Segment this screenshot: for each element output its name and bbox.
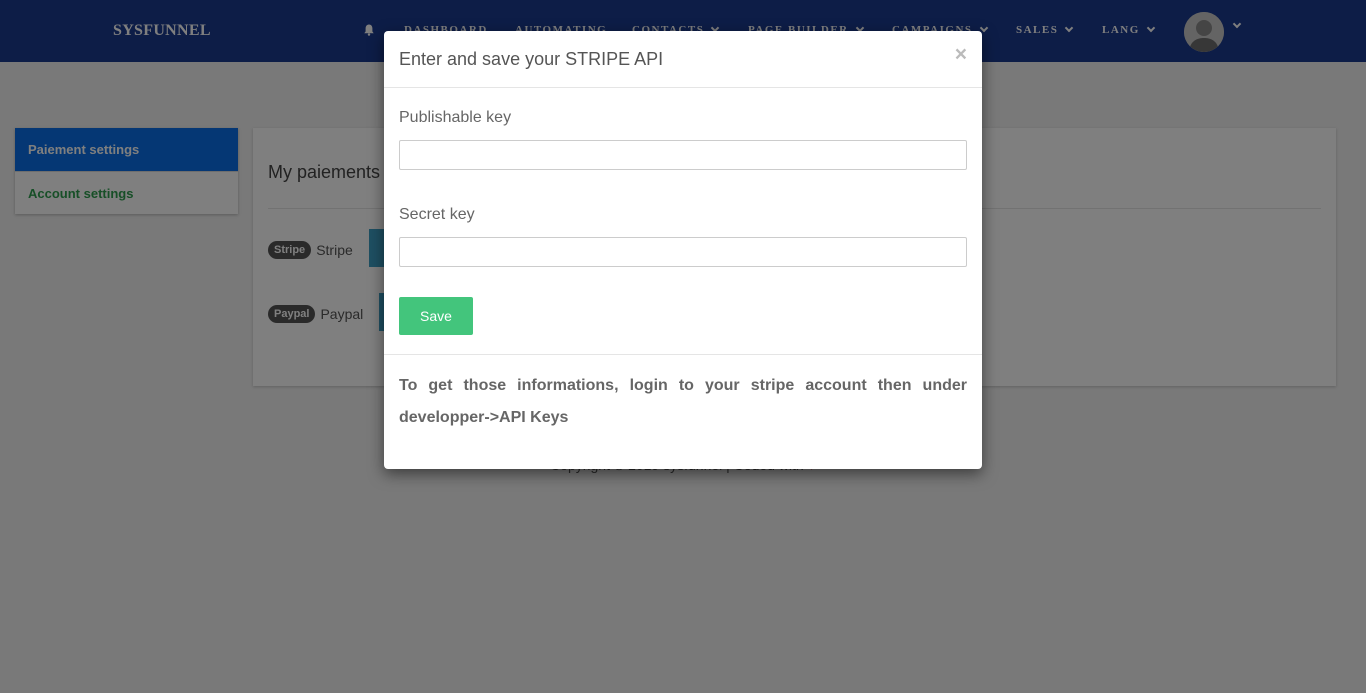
modal-header: Enter and save your STRIPE API × — [384, 31, 982, 88]
save-button[interactable]: Save — [399, 297, 473, 335]
publishable-key-input[interactable] — [399, 140, 967, 170]
publishable-key-label: Publishable key — [399, 109, 512, 126]
modal-divider — [384, 354, 982, 355]
modal-help-text: To get those informations, login to your… — [399, 377, 967, 426]
stripe-api-modal: Enter and save your STRIPE API × Publish… — [384, 31, 982, 469]
close-icon[interactable]: × — [955, 44, 967, 65]
secret-key-input[interactable] — [399, 237, 967, 267]
modal-title: Enter and save your STRIPE API — [399, 49, 664, 69]
secret-key-label: Secret key — [399, 206, 475, 223]
